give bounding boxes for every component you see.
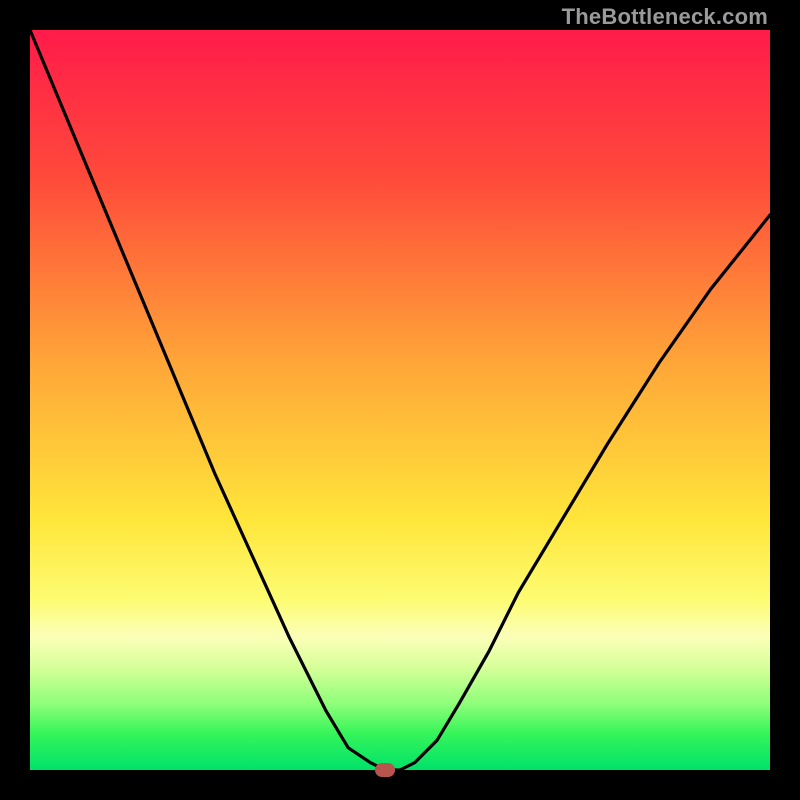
curve-path bbox=[30, 30, 770, 770]
chart-plot-area bbox=[30, 30, 770, 770]
chart-frame: TheBottleneck.com bbox=[0, 0, 800, 800]
chart-curve bbox=[30, 30, 770, 770]
chart-marker bbox=[375, 763, 395, 777]
watermark-text: TheBottleneck.com bbox=[562, 4, 768, 30]
